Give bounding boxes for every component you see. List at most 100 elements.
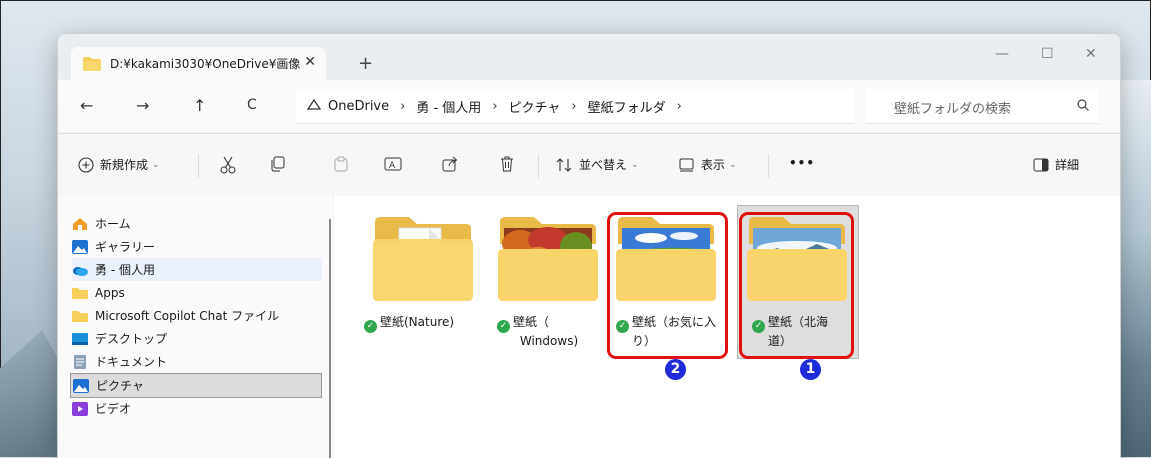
breadcrumb-onedrive[interactable]: OneDrive — [328, 99, 389, 114]
tab-close-button[interactable]: ✕ — [304, 54, 316, 70]
view-button-label: 表示 — [701, 158, 726, 172]
tab-title: D:¥kakami3030¥OneDrive¥画像 — [110, 57, 300, 71]
rename-icon: A — [384, 157, 402, 171]
sidebar-item-label: ビデオ — [95, 402, 132, 416]
document-icon — [74, 354, 86, 369]
annotation-badge-1: 1 — [800, 359, 821, 380]
title-bar: D:¥kakami3030¥OneDrive¥画像 ✕ + — ☐ ✕ — [58, 34, 1120, 80]
chevron-right-icon[interactable]: › — [677, 99, 682, 114]
onedrive-outline-icon — [306, 98, 322, 114]
view-icon — [679, 158, 694, 171]
sidebar-item-label: Microsoft Copilot Chat ファイル — [95, 309, 280, 323]
search-box[interactable]: 壁紙フォルダの検索 — [867, 89, 1099, 124]
gallery-icon — [72, 239, 88, 254]
sidebar-item-copilot-chat-files[interactable]: Microsoft Copilot Chat ファイル — [72, 304, 322, 327]
chevron-down-icon: ⌄ — [729, 159, 737, 170]
sidebar-item-gallery[interactable]: ギャラリー — [72, 235, 322, 258]
maximize-button[interactable]: ☐ — [1041, 46, 1054, 62]
tab-current[interactable]: D:¥kakami3030¥OneDrive¥画像 ✕ — [71, 47, 326, 80]
rename-button[interactable]: A — [384, 156, 408, 172]
search-input[interactable]: 壁紙フォルダの検索 — [894, 98, 1011, 117]
copy-button[interactable] — [269, 156, 291, 172]
video-icon — [72, 401, 88, 416]
sidebar-item-videos[interactable]: ビデオ — [72, 397, 322, 420]
divider — [198, 154, 199, 178]
details-pane-button[interactable]: 詳細 — [1033, 156, 1079, 173]
folder-icon — [72, 310, 88, 322]
share-button[interactable] — [442, 156, 464, 172]
divider — [538, 154, 539, 178]
folder-name: ✓ 壁紙(Nature) — [364, 314, 484, 333]
sort-button[interactable]: 並べ替え ⌄ — [555, 156, 639, 173]
details-pane-icon — [1033, 158, 1049, 171]
sync-status-check-icon: ✓ — [497, 320, 510, 333]
chevron-down-icon: ⌄ — [152, 159, 160, 170]
sidebar-item-apps[interactable]: Apps — [72, 281, 322, 304]
folder-thumbnail-icon — [498, 217, 598, 301]
up-button[interactable]: ↑ — [193, 96, 206, 115]
copy-icon — [271, 156, 285, 172]
sidebar-item-home[interactable]: ホーム — [72, 212, 322, 235]
file-list: ✓ 壁紙(Nature) ✓ 壁紙（ Windows) ✓ 壁紙（お気に入 り）… — [334, 196, 1120, 458]
sort-icon — [556, 157, 572, 172]
folder-name: ✓ 壁紙（ Windows) — [489, 314, 609, 349]
folder-item-nature[interactable]: ✓ 壁紙(Nature) — [364, 206, 484, 356]
desktop-icon — [72, 332, 88, 345]
highlight-box-hokkaido — [739, 212, 854, 359]
folder-item-windows[interactable]: ✓ 壁紙（ Windows) — [489, 206, 609, 356]
sidebar-item-label: 勇 - 個人用 — [95, 263, 155, 277]
pictures-icon — [73, 378, 89, 393]
plus-circle-icon — [78, 156, 94, 173]
sidebar-item-documents[interactable]: ドキュメント — [72, 350, 322, 373]
chevron-right-icon: › — [400, 98, 406, 114]
chevron-right-icon: › — [492, 98, 498, 114]
address-bar: ← → ↑ C OneDrive › 勇 - 個人用 › ピクチャ › 壁紙フォ… — [58, 80, 1120, 132]
scissors-icon — [220, 156, 236, 174]
new-button-label: 新規作成 — [100, 158, 149, 172]
search-icon — [1077, 99, 1089, 115]
sidebar-item-label: ピクチャ — [96, 379, 144, 393]
sidebar-item-desktop[interactable]: デスクトップ — [72, 327, 322, 350]
delete-button[interactable] — [499, 156, 521, 172]
chevron-right-icon: › — [571, 98, 577, 114]
new-button[interactable]: 新規作成 ⌄ — [78, 156, 160, 173]
more-options-button[interactable]: ••• — [789, 156, 815, 170]
new-tab-button[interactable]: + — [358, 53, 373, 74]
breadcrumb-wallpaper-folder[interactable]: 壁紙フォルダ — [588, 97, 666, 116]
forward-button[interactable]: → — [136, 96, 149, 115]
sidebar-item-label: ホーム — [95, 217, 131, 231]
annotation-badge-2: 2 — [665, 359, 686, 380]
sidebar-item-label: デスクトップ — [95, 332, 168, 346]
close-window-button[interactable]: ✕ — [1085, 46, 1097, 62]
sidebar-item-label: ドキュメント — [95, 355, 168, 369]
breadcrumb[interactable]: OneDrive › 勇 - 個人用 › ピクチャ › 壁紙フォルダ › — [296, 89, 853, 124]
file-explorer-window: D:¥kakami3030¥OneDrive¥画像 ✕ + — ☐ ✕ ← → … — [57, 33, 1121, 458]
sidebar-item-onedrive-personal[interactable]: 勇 - 個人用 — [72, 258, 322, 281]
back-button[interactable]: ← — [80, 96, 93, 115]
folder-icon — [72, 287, 88, 299]
pane-splitter[interactable] — [329, 219, 331, 458]
highlight-box-favorites — [607, 212, 728, 359]
home-icon — [73, 217, 87, 230]
breadcrumb-personal[interactable]: 勇 - 個人用 — [416, 97, 481, 116]
paste-icon — [334, 156, 348, 172]
sidebar-item-pictures[interactable]: ピクチャ — [70, 373, 322, 398]
paste-button[interactable] — [333, 156, 355, 172]
cut-button[interactable] — [219, 156, 243, 174]
breadcrumb-pictures[interactable]: ピクチャ — [509, 97, 561, 116]
details-label: 詳細 — [1055, 158, 1080, 172]
command-bar: 新規作成 ⌄ A 並べ替え ⌄ 表示 ⌄ ••• 詳細 — [58, 133, 1120, 197]
onedrive-cloud-icon — [73, 266, 88, 276]
view-button[interactable]: 表示 ⌄ — [679, 156, 737, 173]
refresh-button[interactable]: C — [247, 97, 257, 113]
svg-text:A: A — [389, 161, 396, 171]
minimize-button[interactable]: — — [995, 46, 1009, 62]
sync-status-check-icon: ✓ — [364, 320, 377, 333]
share-icon — [442, 156, 458, 172]
sort-button-label: 並べ替え — [579, 158, 628, 172]
sidebar-item-label: ギャラリー — [95, 240, 156, 254]
trash-icon — [501, 156, 513, 172]
chevron-down-icon: ⌄ — [631, 159, 639, 170]
folder-icon — [83, 56, 101, 71]
folder-thumbnail-icon — [373, 217, 473, 301]
